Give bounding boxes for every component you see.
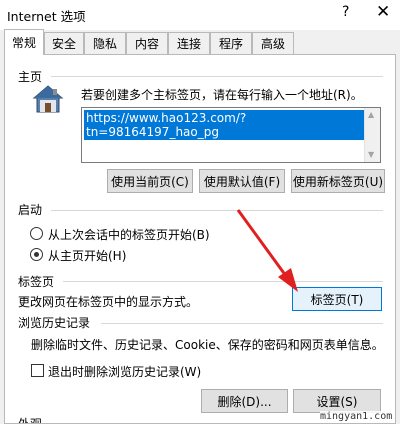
use-current-button[interactable]: 使用当前页(C) bbox=[107, 169, 193, 193]
window-title: Internet 选项 bbox=[7, 9, 86, 24]
tabs-description: 更改网页在标签页中的显示方式。 bbox=[18, 295, 199, 309]
radio-home-page[interactable] bbox=[30, 248, 43, 261]
history-group-title: 浏览历史记录 bbox=[18, 316, 91, 330]
radio-last-session-label: 从上次会话中的标签页开始(B) bbox=[48, 228, 210, 242]
tabs-button[interactable]: 标签页(T) bbox=[292, 287, 382, 311]
tab-connections[interactable]: 连接 bbox=[168, 32, 210, 54]
home-url-value: https://www.hao123.com/?tn=98164197_hao_… bbox=[84, 110, 380, 140]
tabs-group-title: 标签页 bbox=[18, 275, 55, 289]
general-panel: 主页 若要创建多个主标签页，请在每行输入一个地址(R)。 https://www… bbox=[4, 54, 396, 424]
url-scrollbar[interactable]: ▲ ▼ bbox=[364, 108, 380, 162]
close-button[interactable]: ✕ bbox=[376, 2, 390, 22]
home-icon bbox=[31, 83, 65, 118]
tab-general[interactable]: 常规 bbox=[4, 29, 44, 55]
scroll-down-icon[interactable]: ▼ bbox=[368, 150, 374, 159]
radio-home-page-label: 从主页开始(H) bbox=[48, 249, 127, 263]
delete-button[interactable]: 删除(D)... bbox=[201, 389, 288, 413]
tab-security[interactable]: 安全 bbox=[44, 32, 84, 54]
scroll-up-icon[interactable]: ▲ bbox=[368, 110, 374, 119]
title-bar: Internet 选项 ? ✕ bbox=[0, 0, 400, 30]
use-default-button[interactable]: 使用默认值(F) bbox=[199, 169, 285, 193]
history-description: 删除临时文件、历史记录、Cookie、保存的密码和网页表单信息。 bbox=[31, 338, 384, 352]
startup-group-divider bbox=[51, 210, 383, 211]
watermark: mingyan1.com bbox=[320, 411, 393, 422]
use-new-tab-button[interactable]: 使用新标签页(U) bbox=[291, 169, 385, 193]
appearance-group-title: 外观 bbox=[18, 417, 43, 424]
home-group-divider bbox=[51, 76, 383, 77]
delete-on-exit-checkbox[interactable] bbox=[31, 364, 44, 377]
history-group-divider bbox=[101, 323, 383, 324]
delete-on-exit-label: 退出时删除浏览历史记录(W) bbox=[48, 365, 202, 379]
settings-button[interactable]: 设置(S) bbox=[293, 389, 381, 413]
tab-advanced[interactable]: 高级 bbox=[252, 32, 294, 54]
startup-group-title: 启动 bbox=[18, 203, 43, 217]
help-button[interactable]: ? bbox=[342, 4, 349, 20]
tabs-group-divider bbox=[63, 281, 383, 282]
tab-privacy[interactable]: 隐私 bbox=[84, 32, 126, 54]
tab-content[interactable]: 内容 bbox=[126, 32, 168, 54]
radio-last-session[interactable] bbox=[30, 227, 43, 240]
home-description: 若要创建多个主标签页，请在每行输入一个地址(R)。 bbox=[81, 88, 363, 102]
tab-programs[interactable]: 程序 bbox=[210, 32, 252, 54]
home-url-textarea[interactable]: https://www.hao123.com/?tn=98164197_hao_… bbox=[81, 107, 381, 163]
